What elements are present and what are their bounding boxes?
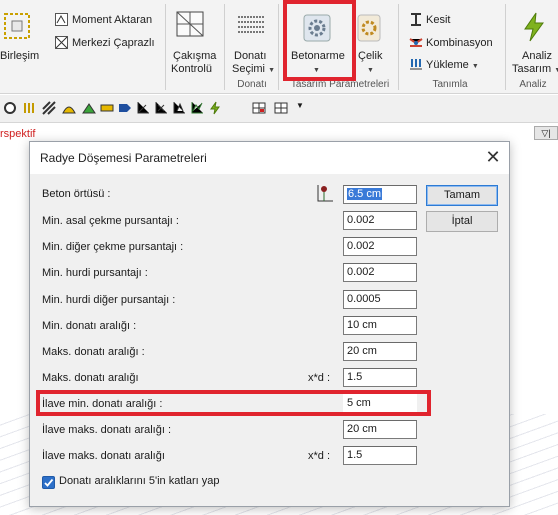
donati-secimi-icon — [236, 12, 266, 38]
merkezi-caprazli-button[interactable]: Merkezi Çaprazlı — [72, 37, 155, 50]
grid-red-icon[interactable] — [252, 101, 266, 115]
multiples-of-5-checkbox[interactable] — [42, 476, 55, 489]
xd-label: x*d : — [308, 372, 331, 384]
ilave-min-donati-araligi-label: İlave min. donatı aralığı : — [42, 398, 163, 410]
moment-aktaran-icon — [55, 13, 68, 26]
yukleme-label: Yükleme — [426, 59, 469, 71]
moment-aktaran-button[interactable]: Moment Aktaran — [72, 14, 152, 27]
yukleme-icon — [409, 58, 423, 71]
radye-parameters-dialog: Radye Döşemesi Parametreleri ✕ Beton ört… — [29, 141, 510, 507]
min-asal-cekme-label: Min. asal çekme pursantajı : — [42, 215, 179, 227]
tamam-button[interactable]: Tamam — [426, 185, 498, 206]
cakisma-kontrolu-icon — [175, 10, 207, 40]
min-donati-araligi-input[interactable]: 10 cm — [343, 316, 417, 335]
analiz-tasarim-dropdown[interactable]: Tasarım ▼ — [512, 63, 558, 77]
dashed-line-icon[interactable] — [22, 101, 36, 115]
secimi-label: Seçimi — [232, 63, 266, 75]
chevron-down-icon: ▼ — [313, 67, 320, 74]
chevron-down-icon: ▼ — [554, 67, 558, 74]
analiz-lightning-icon — [521, 12, 547, 42]
tag-icon[interactable] — [118, 101, 132, 115]
analiz-label[interactable]: Analiz — [522, 50, 552, 63]
chevron-down-icon: ▼ — [367, 67, 374, 74]
grid-icon[interactable] — [274, 101, 288, 115]
hatch-icon[interactable] — [42, 101, 56, 115]
betonarme-gear-icon — [302, 13, 332, 43]
donati-label[interactable]: Donatı — [234, 50, 266, 63]
group-separator — [505, 4, 506, 90]
kombinasyon-button[interactable]: Kombinasyon — [426, 37, 493, 50]
dialog-title-bar[interactable]: Radye Döşemesi Parametreleri ✕ — [30, 142, 509, 174]
beton-ortusu-input[interactable]: 6.5 cm — [343, 185, 417, 204]
cakisma-label[interactable]: Çakışma — [173, 50, 216, 63]
ilave-maks-donati-araligi-xd-label: İlave maks. donatı aralığı — [42, 450, 165, 462]
close-button[interactable]: ✕ — [477, 142, 509, 174]
kesit-icon — [409, 13, 423, 26]
maks-donati-araligi-label: Maks. donatı aralığı : — [42, 346, 145, 358]
maks-donati-araligi-xd-input[interactable]: 1.5 — [343, 368, 417, 387]
dialog-title: Radye Döşemesi Parametreleri — [40, 151, 207, 165]
tanimla-group-label: Tanımla — [432, 79, 468, 90]
kontrolu-label[interactable]: Kontrolü — [171, 63, 212, 76]
group-separator — [224, 4, 225, 90]
min-diger-cekme-input[interactable]: 0.002 — [343, 237, 417, 256]
circle-icon[interactable] — [3, 101, 17, 115]
toolbar: ▼ — [0, 95, 558, 123]
axis-x-icon[interactable] — [154, 101, 168, 115]
celik-button[interactable]: Çelik — [358, 50, 382, 63]
axis-y-icon[interactable] — [172, 101, 186, 115]
group-separator — [278, 4, 279, 90]
ilave-min-donati-araligi-input[interactable]: 5 cm — [343, 394, 417, 413]
merkezi-caprazli-icon — [55, 36, 68, 49]
tasarim-label: Tasarım — [512, 63, 552, 75]
ilave-maks-donati-araligi-input[interactable]: 20 cm — [343, 420, 417, 439]
tasarim-group-label: Tasarım Parametreleri — [290, 79, 390, 90]
kombinasyon-icon — [409, 36, 423, 49]
min-diger-cekme-label: Min. diğer çekme pursantajı : — [42, 241, 184, 253]
maks-donati-araligi-xd-label: Maks. donatı aralığı — [42, 372, 139, 384]
ilave-maks-donati-araligi-xd-input[interactable]: 1.5 — [343, 446, 417, 465]
min-hurdi-diger-input[interactable]: 0.0005 — [343, 290, 417, 309]
mountain-icon[interactable] — [82, 101, 96, 115]
arc-icon[interactable] — [62, 101, 76, 115]
chevron-down-icon: ▼ — [471, 63, 479, 70]
ribbon: Birleşim Moment Aktaran Merkezi Çaprazlı… — [0, 0, 558, 94]
donati-secimi-dropdown[interactable]: Seçimi ▼ — [232, 63, 275, 77]
chevron-down-icon[interactable]: ▼ — [296, 101, 310, 115]
maks-donati-araligi-input[interactable]: 20 cm — [343, 342, 417, 361]
yukleme-dropdown[interactable]: Yükleme ▼ — [426, 59, 479, 73]
min-hurdi-label: Min. hurdi pursantajı : — [42, 267, 148, 279]
kesit-button[interactable]: Kesit — [426, 14, 450, 27]
beton-ortusu-label: Beton örtüsü : — [42, 188, 111, 200]
graph-icon[interactable] — [190, 101, 204, 115]
min-hurdi-input[interactable]: 0.002 — [343, 263, 417, 282]
filter-icon[interactable]: ▽| — [534, 126, 558, 140]
celik-gear-icon — [356, 13, 382, 43]
ruler-icon[interactable] — [100, 101, 114, 115]
birlesim-button[interactable]: Birleşim — [0, 50, 39, 63]
iptal-button[interactable]: İptal — [426, 211, 498, 232]
group-separator — [398, 4, 399, 90]
axis-icon[interactable] — [136, 101, 150, 115]
group-separator — [165, 4, 166, 90]
min-hurdi-diger-label: Min. hurdi diğer pursantajı : — [42, 294, 176, 306]
chevron-down-icon: ▼ — [268, 67, 276, 74]
xd-label: x*d : — [308, 450, 331, 462]
min-asal-cekme-input[interactable]: 0.002 — [343, 211, 417, 230]
betonarme-button[interactable]: Betonarme — [291, 50, 345, 63]
multiples-of-5-label: Donatı aralıklarını 5'in katları yap — [59, 475, 220, 487]
beton-ortusu-value: 6.5 cm — [347, 188, 383, 200]
donati-group-label: Donatı — [237, 79, 267, 90]
analiz-group-label: Analiz — [519, 79, 547, 90]
ilave-maks-donati-araligi-label: İlave maks. donatı aralığı : — [42, 424, 172, 436]
lightning-icon[interactable] — [208, 101, 222, 115]
min-donati-araligi-label: Min. donatı aralığı : — [42, 320, 137, 332]
birlesim-icon — [2, 12, 32, 40]
cover-icon — [316, 183, 334, 203]
perspective-label: rspektif — [0, 128, 36, 140]
checkmark-icon — [44, 478, 54, 487]
